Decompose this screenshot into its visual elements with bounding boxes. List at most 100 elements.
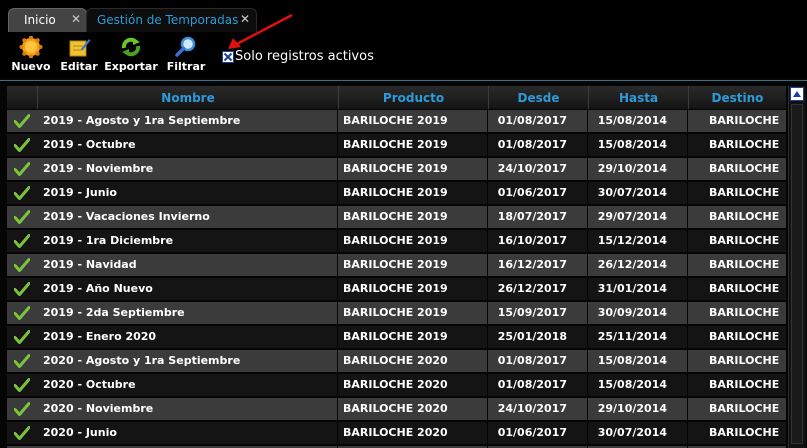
cell-nombre: 2019 - Enero 2020 [37, 326, 337, 348]
cell-nombre: 2019 - 1ra Diciembre [37, 230, 337, 252]
cell-hasta: 15/08/2014 [588, 350, 687, 372]
checkmark-icon [14, 330, 30, 344]
cell-nombre: 2019 - Año Nuevo [37, 278, 337, 300]
cell-producto: BARILOCHE 2019 [338, 302, 487, 324]
editar-button[interactable]: Editar [59, 36, 99, 76]
cell-hasta: 30/09/2014 [588, 302, 687, 324]
header-producto[interactable]: Producto [338, 86, 488, 109]
status-cell [7, 398, 37, 420]
scroll-thumb[interactable] [791, 104, 803, 444]
table-row[interactable]: 2019 - Octubre BARILOCHE 2019 01/08/2017 15… [7, 134, 786, 157]
cell-hasta: 29/07/2014 [588, 206, 687, 228]
cell-producto: BARILOCHE 2020 [338, 398, 487, 420]
table-row[interactable]: 2020 - Junio BARILOCHE 2020 01/06/2017 30/0… [7, 422, 786, 445]
toolbar-divider [0, 80, 807, 81]
cell-producto: BARILOCHE 2019 [338, 278, 487, 300]
status-cell [7, 158, 37, 180]
cell-destino: BARILOCHE [688, 206, 786, 228]
checkmark-icon [14, 234, 30, 248]
cell-hasta: 29/10/2014 [588, 158, 687, 180]
nuevo-label: Nuevo [11, 60, 51, 73]
cell-destino: BARILOCHE [688, 374, 786, 396]
cell-desde: 01/08/2017 [488, 374, 587, 396]
checkmark-icon [14, 138, 30, 152]
grid-header: Nombre Producto Desde Hasta Destino [7, 86, 786, 110]
status-cell [7, 302, 37, 324]
solo-registros-activos-label: Solo registros activos [235, 49, 374, 64]
cell-desde: 01/08/2017 [488, 134, 587, 156]
table-row[interactable]: 2019 - 2da Septiembre BARILOCHE 2019 15/09… [7, 302, 786, 325]
table-row[interactable]: 2020 - Agosto y 1ra Septiembre BARILOCHE … [7, 350, 786, 373]
table-row[interactable]: 2019 - Navidad BARILOCHE 2019 16/12/2017 26… [7, 254, 786, 277]
cell-destino: BARILOCHE [688, 326, 786, 348]
cell-destino: BARILOCHE [688, 302, 786, 324]
cell-producto: BARILOCHE 2019 [338, 158, 487, 180]
table-row[interactable]: 2020 - Noviembre BARILOCHE 2020 24/10/2017… [7, 398, 786, 421]
status-cell [7, 254, 37, 276]
tab-inicio[interactable]: Inicio ✕ [8, 8, 87, 32]
scroll-up-icon [793, 91, 801, 97]
temporadas-grid: Nombre Producto Desde Hasta Destino 2019… [7, 86, 786, 448]
cell-producto: BARILOCHE 2019 [338, 206, 487, 228]
filtrar-button[interactable]: Filtrar [166, 36, 206, 76]
cell-destino: BARILOCHE [688, 110, 786, 132]
cell-nombre: 2019 - 2da Septiembre [37, 302, 337, 324]
status-cell [7, 230, 37, 252]
cell-desde: 01/08/2017 [488, 350, 587, 372]
status-cell [7, 374, 37, 396]
header-destino[interactable]: Destino [688, 86, 786, 109]
cell-desde: 24/10/2017 [488, 158, 587, 180]
header-nombre[interactable]: Nombre [37, 86, 338, 109]
close-icon[interactable]: ✕ [71, 12, 81, 26]
cell-desde: 01/06/2017 [488, 422, 587, 444]
table-row[interactable]: 2019 - Año Nuevo BARILOCHE 2019 26/12/2017… [7, 278, 786, 301]
vertical-scrollbar[interactable] [788, 86, 806, 448]
cell-desde: 01/06/2017 [488, 182, 587, 204]
table-row[interactable]: 2019 - 1ra Diciembre BARILOCHE 2019 16/10/… [7, 230, 786, 253]
table-row[interactable]: 2019 - Agosto y 1ra Septiembre BARILOCHE … [7, 110, 786, 133]
exportar-button[interactable]: Exportar [104, 36, 158, 76]
cell-nombre: 2020 - Junio [37, 422, 337, 444]
cell-destino: BARILOCHE [688, 422, 786, 444]
cell-hasta: 15/12/2014 [588, 230, 687, 252]
status-cell [7, 422, 37, 444]
checkbox-checked-icon[interactable] [222, 51, 234, 63]
checkmark-icon [14, 282, 30, 296]
tab-inicio-label: Inicio [24, 13, 56, 27]
cell-nombre: 2019 - Noviembre [37, 158, 337, 180]
cell-nombre: 2020 - Octubre [37, 374, 337, 396]
checkmark-icon [14, 426, 30, 440]
table-row[interactable]: 2019 - Noviembre BARILOCHE 2019 24/10/2017… [7, 158, 786, 181]
table-row[interactable]: 2020 - Octubre BARILOCHE 2020 01/08/2017 15… [7, 374, 786, 397]
cell-destino: BARILOCHE [688, 350, 786, 372]
table-row[interactable]: 2019 - Vacaciones Invierno BARILOCHE 2019… [7, 206, 786, 229]
cell-nombre: 2019 - Vacaciones Invierno [37, 206, 337, 228]
cell-hasta: 30/07/2014 [588, 422, 687, 444]
status-cell [7, 134, 37, 156]
cell-hasta: 15/08/2014 [588, 134, 687, 156]
header-hasta[interactable]: Hasta [588, 86, 688, 109]
cell-hasta: 15/08/2014 [588, 110, 687, 132]
table-row[interactable]: 2019 - Junio BARILOCHE 2019 01/06/2017 30/0… [7, 182, 786, 205]
header-status [7, 86, 37, 109]
editar-label: Editar [60, 60, 98, 73]
cell-desde: 26/12/2017 [488, 278, 587, 300]
scroll-up-button[interactable] [790, 87, 804, 101]
search-icon [175, 36, 196, 57]
cell-hasta: 29/10/2014 [588, 398, 687, 420]
annotation-arrow-icon [228, 13, 293, 49]
nuevo-button[interactable]: Nuevo [11, 36, 51, 76]
cell-destino: BARILOCHE [688, 182, 786, 204]
cell-producto: BARILOCHE 2019 [338, 326, 487, 348]
cell-nombre: 2020 - Agosto y 1ra Septiembre [37, 350, 337, 372]
sun-icon [19, 36, 43, 58]
header-desde[interactable]: Desde [488, 86, 588, 109]
table-row[interactable]: 2019 - Enero 2020 BARILOCHE 2019 25/01/201… [7, 326, 786, 349]
cell-producto: BARILOCHE 2019 [338, 230, 487, 252]
cell-producto: BARILOCHE 2019 [338, 254, 487, 276]
cell-desde: 16/10/2017 [488, 230, 587, 252]
checkmark-icon [14, 186, 30, 200]
status-cell [7, 350, 37, 372]
cell-desde: 16/12/2017 [488, 254, 587, 276]
cell-producto: BARILOCHE 2020 [338, 374, 487, 396]
